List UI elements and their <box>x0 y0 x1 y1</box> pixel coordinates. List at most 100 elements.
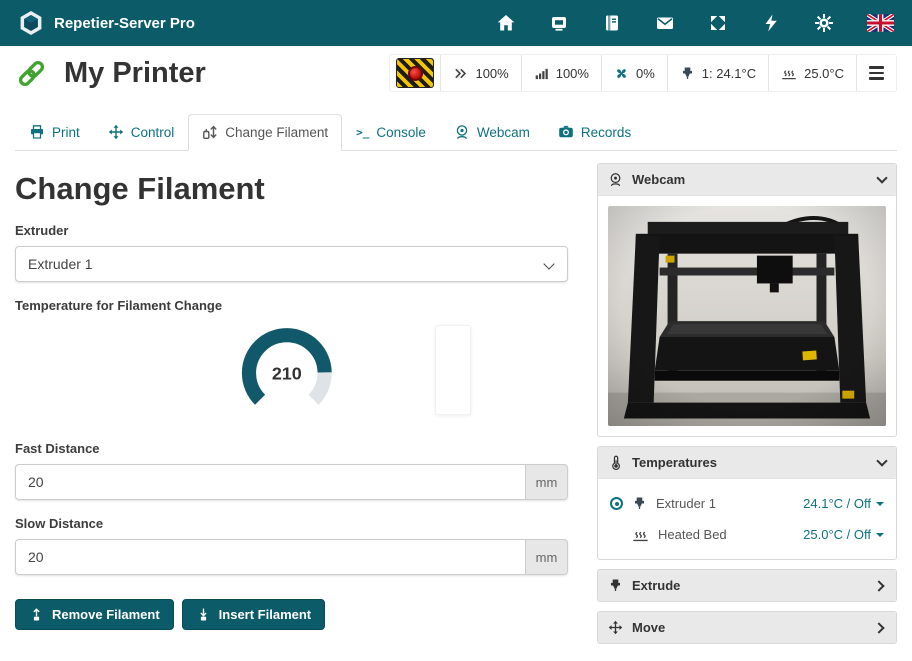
messages-icon[interactable] <box>655 13 675 33</box>
home-icon[interactable] <box>496 13 516 33</box>
emergency-stop-icon <box>408 66 423 81</box>
flow-value: 100% <box>556 66 589 81</box>
heated-bed-icon <box>632 526 649 543</box>
temperature-row-bed: Heated Bed 25.0°C / Off <box>610 519 884 550</box>
tab-webcam[interactable]: Webcam <box>440 114 544 151</box>
webcam-panel-header[interactable]: Webcam <box>598 164 896 195</box>
fan-chip[interactable]: 0% <box>601 55 667 91</box>
bed-temp-chip[interactable]: 25.0°C <box>768 55 856 91</box>
settings-gear-icon[interactable] <box>814 13 834 33</box>
flow-chip[interactable]: 100% <box>521 55 601 91</box>
tab-console[interactable]: >_ Console <box>342 115 440 151</box>
extrude-panel: Extrude <box>597 569 897 602</box>
printer-connected-link-icon <box>15 57 48 90</box>
chevron-down-icon <box>876 456 887 467</box>
webcam-stream <box>608 206 886 426</box>
sidebar: Webcam <box>597 163 897 653</box>
flow-icon <box>534 66 549 81</box>
temp-row-name: Extruder 1 <box>656 496 716 511</box>
fast-distance-unit: mm <box>526 464 568 500</box>
chevron-right-icon <box>873 622 884 633</box>
insert-filament-button[interactable]: Insert Filament <box>182 599 325 630</box>
documentation-icon[interactable] <box>602 13 622 33</box>
move-panel-header[interactable]: Move <box>598 612 896 643</box>
extruder-nozzle-icon <box>632 496 647 511</box>
extrude-panel-header[interactable]: Extrude <box>598 570 896 601</box>
printer-queue-icon[interactable] <box>549 13 569 33</box>
slow-distance-input[interactable] <box>15 539 526 575</box>
print-icon <box>29 124 45 140</box>
extruder-select-wrap: Extruder 1 <box>15 246 568 282</box>
slow-distance-unit: mm <box>526 539 568 575</box>
temperature-knob[interactable]: 210 <box>234 321 338 425</box>
emergency-stop-button[interactable] <box>390 55 440 91</box>
speed-chip[interactable]: 100% <box>440 55 520 91</box>
temperature-spinner[interactable] <box>435 325 471 415</box>
filament-in-icon <box>196 607 211 622</box>
printer-header: My Printer 100% 100% <box>0 46 912 100</box>
bed-temp-value: 25.0°C <box>804 66 844 81</box>
temp-row-name: Heated Bed <box>658 527 727 542</box>
slow-distance-label: Slow Distance <box>15 516 568 531</box>
extruder-chart-radio[interactable] <box>610 497 623 510</box>
move-panel: Move <box>597 611 897 644</box>
navbar-actions <box>496 13 894 33</box>
fan-icon <box>614 66 629 81</box>
temperature-row-extruder: Extruder 1 24.1°C / Off <box>610 488 884 519</box>
brand-title: Repetier-Server Pro <box>54 15 195 32</box>
chevron-right-icon <box>873 580 884 591</box>
extruder-select[interactable]: Extruder 1 <box>16 247 567 281</box>
move-arrows-icon <box>608 620 623 635</box>
brand[interactable]: Repetier-Server Pro <box>18 10 195 36</box>
temperature-gauge-row: 210 <box>15 321 568 425</box>
extruder-temp-chip[interactable]: 1: 24.1°C <box>667 55 768 91</box>
console-icon: >_ <box>356 126 369 139</box>
caret-down-icon <box>876 533 884 537</box>
thermometer-icon <box>608 455 623 470</box>
temperature-label: Temperature for Filament Change <box>15 298 568 313</box>
page-title: My Printer <box>64 57 206 90</box>
tab-control[interactable]: Control <box>94 114 189 151</box>
remove-filament-button[interactable]: Remove Filament <box>15 599 174 630</box>
menu-icon <box>869 66 884 80</box>
tab-records[interactable]: Records <box>544 114 645 151</box>
temperature-value: 210 <box>271 364 301 384</box>
change-filament-icon <box>202 124 218 140</box>
temperatures-panel-header[interactable]: Temperatures <box>598 447 896 478</box>
extruder-temp-value: 1: 24.1°C <box>702 66 756 81</box>
slow-distance-group: mm <box>15 539 568 575</box>
heated-bed-icon <box>781 65 797 81</box>
fast-distance-input[interactable] <box>15 464 526 500</box>
language-flag-icon[interactable] <box>867 14 894 32</box>
temperatures-panel: Temperatures Extruder 1 24.1°C / Off <box>597 446 897 560</box>
control-move-icon <box>108 124 124 140</box>
caret-down-icon <box>876 502 884 506</box>
top-navbar: Repetier-Server Pro <box>0 0 912 46</box>
extruder-nozzle-icon <box>680 66 695 81</box>
apps-expand-icon[interactable] <box>708 13 728 33</box>
records-camera-icon <box>558 124 574 140</box>
tab-print[interactable]: Print <box>15 114 94 151</box>
extruder-label: Extruder <box>15 223 568 238</box>
fast-distance-group: mm <box>15 464 568 500</box>
tab-change-filament[interactable]: Change Filament <box>188 114 342 151</box>
speed-icon <box>453 66 468 81</box>
fan-value: 0% <box>636 66 655 81</box>
webcam-panel: Webcam <box>597 163 897 437</box>
power-bolt-icon[interactable] <box>761 13 781 33</box>
printer-tabs: Print Control Change Filament >_ Console… <box>15 114 897 151</box>
printer-menu-button[interactable] <box>856 55 896 91</box>
filament-out-icon <box>29 607 44 622</box>
section-title: Change Filament <box>15 171 583 207</box>
extruder-nozzle-icon <box>608 578 623 593</box>
extruder-temp-dropdown[interactable]: 24.1°C / Off <box>803 496 884 511</box>
repetier-logo-icon <box>18 10 44 36</box>
webcam-icon <box>608 172 623 187</box>
chevron-down-icon <box>876 172 887 183</box>
webcam-icon <box>454 124 470 140</box>
bed-temp-dropdown[interactable]: 25.0°C / Off <box>803 527 884 542</box>
change-filament-panel: Change Filament Extruder Extruder 1 Temp… <box>15 163 583 653</box>
fast-distance-label: Fast Distance <box>15 441 568 456</box>
speed-value: 100% <box>475 66 508 81</box>
printer-status-bar: 100% 100% 0% 1: 24. <box>389 54 897 92</box>
